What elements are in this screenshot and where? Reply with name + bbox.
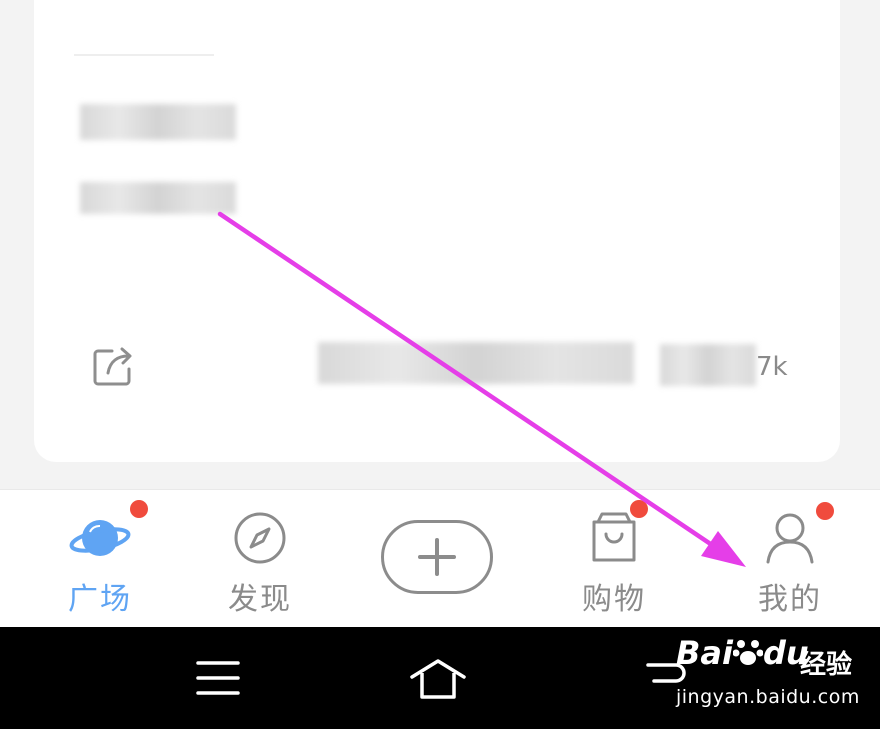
tab-label: 发现 [228, 582, 292, 617]
compass-icon [234, 512, 286, 564]
tab-discover[interactable]: 发现 [210, 490, 310, 628]
tab-square[interactable]: 广场 [50, 490, 150, 628]
watermark-cn: 经验 [800, 650, 853, 680]
plus-icon [418, 538, 456, 576]
planet-icon [69, 520, 131, 556]
menu-icon[interactable] [196, 660, 240, 696]
tab-label: 购物 [582, 582, 646, 617]
post-button[interactable] [381, 520, 493, 594]
tab-label: 我的 [758, 582, 822, 617]
person-icon [766, 513, 814, 564]
faded-text-1 [246, 112, 306, 145]
watermark-url: jingyan.baidu.com [676, 686, 860, 708]
blurred-action-comments [660, 344, 756, 386]
tab-shopping[interactable]: 购物 [564, 490, 664, 628]
notification-badge [816, 502, 834, 520]
engagement-count: 7k [756, 352, 788, 382]
blurred-post-text [80, 182, 236, 214]
paw-icon [732, 640, 764, 665]
home-icon[interactable] [408, 657, 468, 701]
baidu-jingyan-watermark: Bai du 经验 jingyan.baidu.com [676, 634, 876, 718]
feed-card [34, 0, 840, 462]
notification-badge [130, 500, 148, 518]
watermark-logo: Bai du [676, 634, 809, 672]
blurred-action-likes [318, 342, 634, 384]
share-icon[interactable] [92, 343, 138, 389]
tab-mine[interactable]: 我的 [740, 490, 840, 628]
notification-badge [630, 500, 648, 518]
tab-label: 广场 [68, 582, 132, 617]
blurred-username [80, 104, 236, 140]
card-divider [74, 54, 214, 56]
